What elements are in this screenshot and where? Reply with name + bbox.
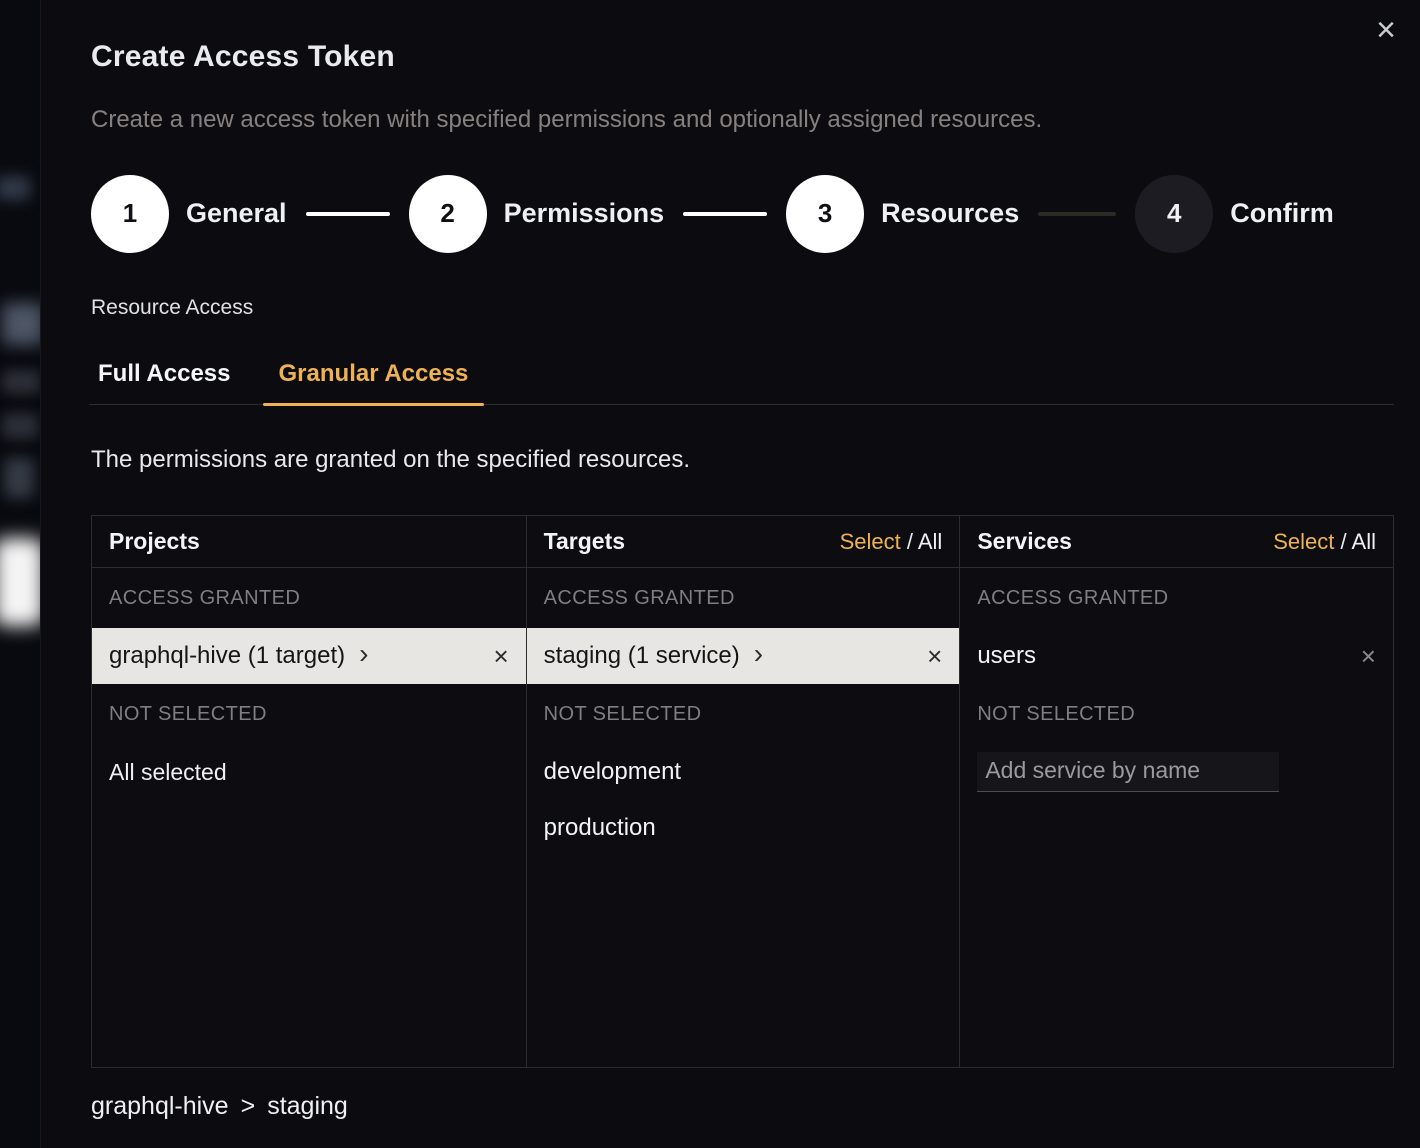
services-column-header: Services Select / All [960,516,1393,568]
granted-service-label: users [977,642,1036,670]
select-all-links: Select / All [1273,529,1376,555]
breadcrumb-target: staging [267,1092,348,1121]
stepper-connector [683,212,767,216]
column-title: Projects [109,528,200,555]
targets-column-header: Targets Select / All [527,516,960,568]
select-link[interactable]: Select [840,529,901,554]
select-all-links: Select / All [840,529,943,555]
target-option-production[interactable]: production [527,800,960,856]
step-number: 3 [786,175,864,253]
tab-granular-access[interactable]: Granular Access [263,360,485,404]
blurred-background-shape [0,176,30,200]
step-label: Permissions [504,198,665,229]
all-link[interactable]: All [1352,529,1376,554]
step-number: 4 [1135,175,1213,253]
column-title: Targets [544,528,625,555]
wizard-stepper: 1 General 2 Permissions 3 Resources 4 Co… [91,174,1334,253]
breadcrumb: graphql-hive > staging [91,1092,348,1121]
column-title: Services [977,528,1072,555]
add-service-row [960,744,1393,800]
target-option-label: development [544,758,681,786]
create-access-token-modal: × Create Access Token Create a new acces… [40,0,1420,1148]
granular-access-description: The permissions are granted on the speci… [91,446,690,474]
all-link[interactable]: All [918,529,942,554]
modal-subtitle: Create a new access token with specified… [91,106,1042,134]
granted-project-label: graphql-hive (1 target) [109,642,345,670]
blurred-background-shape [4,458,34,498]
blurred-background-shape [2,370,40,394]
resource-picker-table: Projects ACCESS GRANTED graphql-hive (1 … [91,515,1394,1068]
remove-icon[interactable]: × [1361,643,1376,669]
step-label: Confirm [1230,198,1334,229]
targets-column: Targets Select / All ACCESS GRANTED stag… [526,516,960,1067]
select-link[interactable]: Select [1273,529,1334,554]
not-selected-label: NOT SELECTED [527,684,960,744]
blurred-background-button [0,538,40,626]
granted-service-row[interactable]: users × [960,628,1393,684]
target-option-label: production [544,814,656,842]
access-granted-label: ACCESS GRANTED [92,568,526,628]
access-mode-tabs: Full Access Granular Access [89,360,1394,405]
projects-column-header: Projects [92,516,526,568]
slash-separator: / [901,529,918,554]
chevron-right-icon[interactable]: › [359,640,368,668]
projects-column: Projects ACCESS GRANTED graphql-hive (1 … [92,516,526,1067]
stepper-connector [306,212,390,216]
page-title: Create Access Token [91,40,395,74]
access-granted-label: ACCESS GRANTED [960,568,1393,628]
granted-target-label: staging (1 service) [544,642,740,670]
tab-full-access[interactable]: Full Access [89,360,247,404]
background-page-strip [0,0,40,1148]
step-general[interactable]: 1 General [91,175,287,253]
access-granted-label: ACCESS GRANTED [527,568,960,628]
projects-all-selected-status: All selected [92,744,526,800]
remove-icon[interactable]: × [493,643,508,669]
remove-icon[interactable]: × [927,643,942,669]
breadcrumb-separator-icon: > [241,1092,256,1121]
blurred-background-shape [2,303,40,345]
chevron-right-icon[interactable]: › [754,640,763,668]
step-confirm[interactable]: 4 Confirm [1135,175,1334,253]
step-number: 2 [409,175,487,253]
stepper-connector-dim [1038,212,1116,216]
step-number: 1 [91,175,169,253]
not-selected-label: NOT SELECTED [960,684,1393,744]
breadcrumb-project: graphql-hive [91,1092,229,1121]
blurred-background-shape [2,413,38,439]
resource-access-heading: Resource Access [91,296,253,320]
step-label: Resources [881,198,1019,229]
granted-target-row[interactable]: staging (1 service) › × [527,628,960,684]
close-icon[interactable]: × [1368,12,1404,48]
target-option-development[interactable]: development [527,744,960,800]
add-service-input[interactable] [977,752,1279,792]
slash-separator: / [1334,529,1351,554]
step-permissions[interactable]: 2 Permissions [409,175,665,253]
granted-project-row[interactable]: graphql-hive (1 target) › × [92,628,526,684]
services-column: Services Select / All ACCESS GRANTED use… [959,516,1393,1067]
not-selected-label: NOT SELECTED [92,684,526,744]
step-label: General [186,198,287,229]
step-resources[interactable]: 3 Resources [786,175,1019,253]
